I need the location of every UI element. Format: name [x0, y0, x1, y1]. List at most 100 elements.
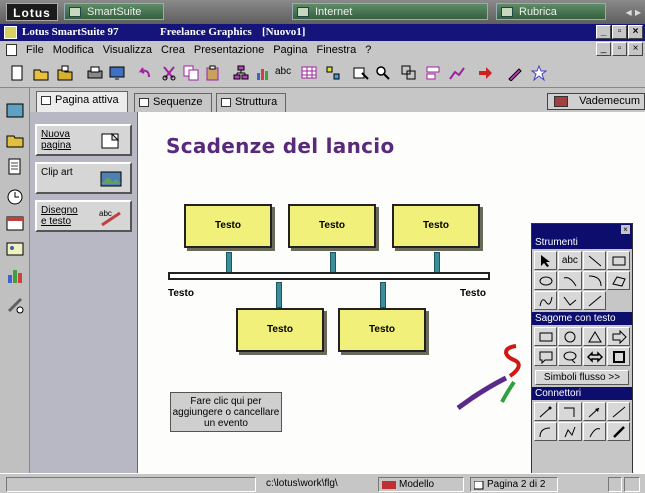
- timeline-box-top-1[interactable]: Testo: [184, 204, 272, 248]
- freelance-app-icon[interactable]: [4, 26, 17, 39]
- tab-pagina-attiva[interactable]: Pagina attiva: [36, 91, 128, 112]
- menu-pagina[interactable]: Pagina: [273, 44, 307, 56]
- zoom-button[interactable]: [372, 62, 394, 84]
- connector-zigzag[interactable]: [558, 422, 582, 441]
- clip-art-button[interactable]: Clip art: [35, 162, 132, 194]
- rectangle-tool[interactable]: [606, 251, 630, 270]
- cut-button[interactable]: [158, 62, 180, 84]
- document-stack-icon[interactable]: [6, 158, 24, 176]
- doc-close-button[interactable]: ×: [628, 42, 643, 56]
- organization-chart-button[interactable]: [230, 62, 252, 84]
- text-callout-shape[interactable]: [534, 347, 558, 366]
- add-event-hint-button[interactable]: Fare clic qui per aggiungere o cancellar…: [170, 392, 282, 432]
- smartcenter-drawer-internet[interactable]: Internet: [292, 3, 488, 20]
- connector-thick[interactable]: [606, 422, 630, 441]
- pointer-tool[interactable]: [534, 251, 558, 270]
- diagonal-line-tool[interactable]: [582, 291, 606, 310]
- polyline-tool[interactable]: [558, 291, 582, 310]
- menu-crea[interactable]: Crea: [161, 44, 185, 56]
- new-file-button[interactable]: [6, 62, 28, 84]
- tab-struttura[interactable]: Struttura: [216, 93, 287, 112]
- flow-symbols-button[interactable]: Simboli flusso >>: [535, 370, 629, 385]
- timeline-start-label[interactable]: Testo: [168, 288, 194, 299]
- page-title[interactable]: Scadenze del lancio: [166, 134, 394, 158]
- freehand-tool[interactable]: [534, 291, 558, 310]
- connector-double-arrow[interactable]: [606, 402, 630, 421]
- star-button[interactable]: [528, 62, 550, 84]
- minimize-button[interactable]: _: [596, 25, 611, 39]
- timeline-box-top-2[interactable]: Testo: [288, 204, 376, 248]
- scroll-arrows-icon[interactable]: ◂ ▸: [626, 5, 641, 19]
- text-scroll-shape[interactable]: [606, 347, 630, 366]
- connector-curved-arrow[interactable]: [582, 422, 606, 441]
- menu-presentazione[interactable]: Presentazione: [194, 44, 264, 56]
- line-tool[interactable]: [582, 251, 606, 270]
- close-button[interactable]: ×: [628, 25, 643, 39]
- curve-tool[interactable]: [558, 271, 582, 290]
- timeline-end-label[interactable]: Testo: [460, 288, 486, 299]
- palette-close-button[interactable]: ×: [621, 225, 630, 234]
- text-arrow-shape[interactable]: [606, 327, 630, 346]
- timeline-box-bottom-1[interactable]: Testo: [236, 308, 324, 352]
- print-button[interactable]: [84, 62, 106, 84]
- new-page-button[interactable]: Nuova pagina: [35, 124, 132, 156]
- draw-text-button[interactable]: Disegno e testo abc: [35, 200, 132, 232]
- chart-type-button[interactable]: [446, 62, 468, 84]
- text-oval-callout-shape[interactable]: [558, 347, 582, 366]
- freehand-drawing[interactable]: [454, 342, 534, 422]
- timeline-box-bottom-2[interactable]: Testo: [338, 308, 426, 352]
- tab-sequenze[interactable]: Sequenze: [134, 93, 212, 112]
- menu-finestra[interactable]: Finestra: [316, 44, 356, 56]
- menu-file[interactable]: File: [26, 44, 44, 56]
- palette-titlebar[interactable]: ×: [532, 224, 632, 236]
- folder-icon[interactable]: [6, 130, 24, 148]
- timeline-box-top-3[interactable]: Testo: [392, 204, 480, 248]
- open-button[interactable]: [30, 62, 52, 84]
- doc-minimize-button[interactable]: _: [596, 42, 611, 56]
- document-icon[interactable]: [6, 43, 17, 56]
- text-button[interactable]: abc: [274, 62, 296, 84]
- menu-help[interactable]: ?: [365, 44, 371, 56]
- ellipse-tool[interactable]: [534, 271, 558, 290]
- clock-icon[interactable]: [6, 188, 24, 206]
- connector-straight[interactable]: [534, 402, 558, 421]
- smartcenter-drawer-smartsuite[interactable]: SmartSuite: [64, 3, 164, 20]
- next-page-button[interactable]: [474, 62, 496, 84]
- menu-modifica[interactable]: Modifica: [53, 44, 94, 56]
- status-nav-button[interactable]: [608, 477, 622, 492]
- chart-icon[interactable]: [6, 266, 24, 284]
- text-tool[interactable]: abc: [558, 251, 582, 270]
- lotus-logo[interactable]: Lotus: [6, 3, 58, 21]
- arc-tool[interactable]: [582, 271, 606, 290]
- diagram-button[interactable]: [322, 62, 344, 84]
- tools-icon[interactable]: [6, 296, 24, 314]
- undo-button[interactable]: [134, 62, 156, 84]
- status-view-button[interactable]: [624, 477, 640, 492]
- status-path[interactable]: c:\lotus\work\flg\: [262, 477, 342, 492]
- connector-arrow[interactable]: [582, 402, 606, 421]
- text-circle-shape[interactable]: [558, 327, 582, 346]
- polygon-tool[interactable]: [606, 271, 630, 290]
- select-like-button[interactable]: [350, 62, 372, 84]
- table-button[interactable]: [298, 62, 320, 84]
- smartcenter-drawer-rubrica[interactable]: Rubrica: [496, 3, 606, 20]
- effects-button[interactable]: [504, 62, 526, 84]
- text-rect-shape[interactable]: [534, 327, 558, 346]
- doc-restore-button[interactable]: ▫: [612, 42, 627, 56]
- connector-curved[interactable]: [534, 422, 558, 441]
- connector-elbow[interactable]: [558, 402, 582, 421]
- paste-button[interactable]: [202, 62, 224, 84]
- group-button[interactable]: [398, 62, 420, 84]
- menu-visualizza[interactable]: Visualizza: [103, 44, 152, 56]
- status-template-button[interactable]: Modello pagina...: [378, 477, 464, 492]
- text-double-arrow-shape[interactable]: [582, 347, 606, 366]
- preview-button[interactable]: [106, 62, 128, 84]
- restore-button[interactable]: ▫: [612, 25, 627, 39]
- align-button[interactable]: [422, 62, 444, 84]
- text-triangle-shape[interactable]: [582, 327, 606, 346]
- chart-button[interactable]: [252, 62, 274, 84]
- timeline-bar[interactable]: [168, 272, 490, 280]
- calendar-icon[interactable]: [6, 214, 24, 232]
- save-button[interactable]: [54, 62, 76, 84]
- vademecum-button[interactable]: Vademecum: [547, 93, 645, 110]
